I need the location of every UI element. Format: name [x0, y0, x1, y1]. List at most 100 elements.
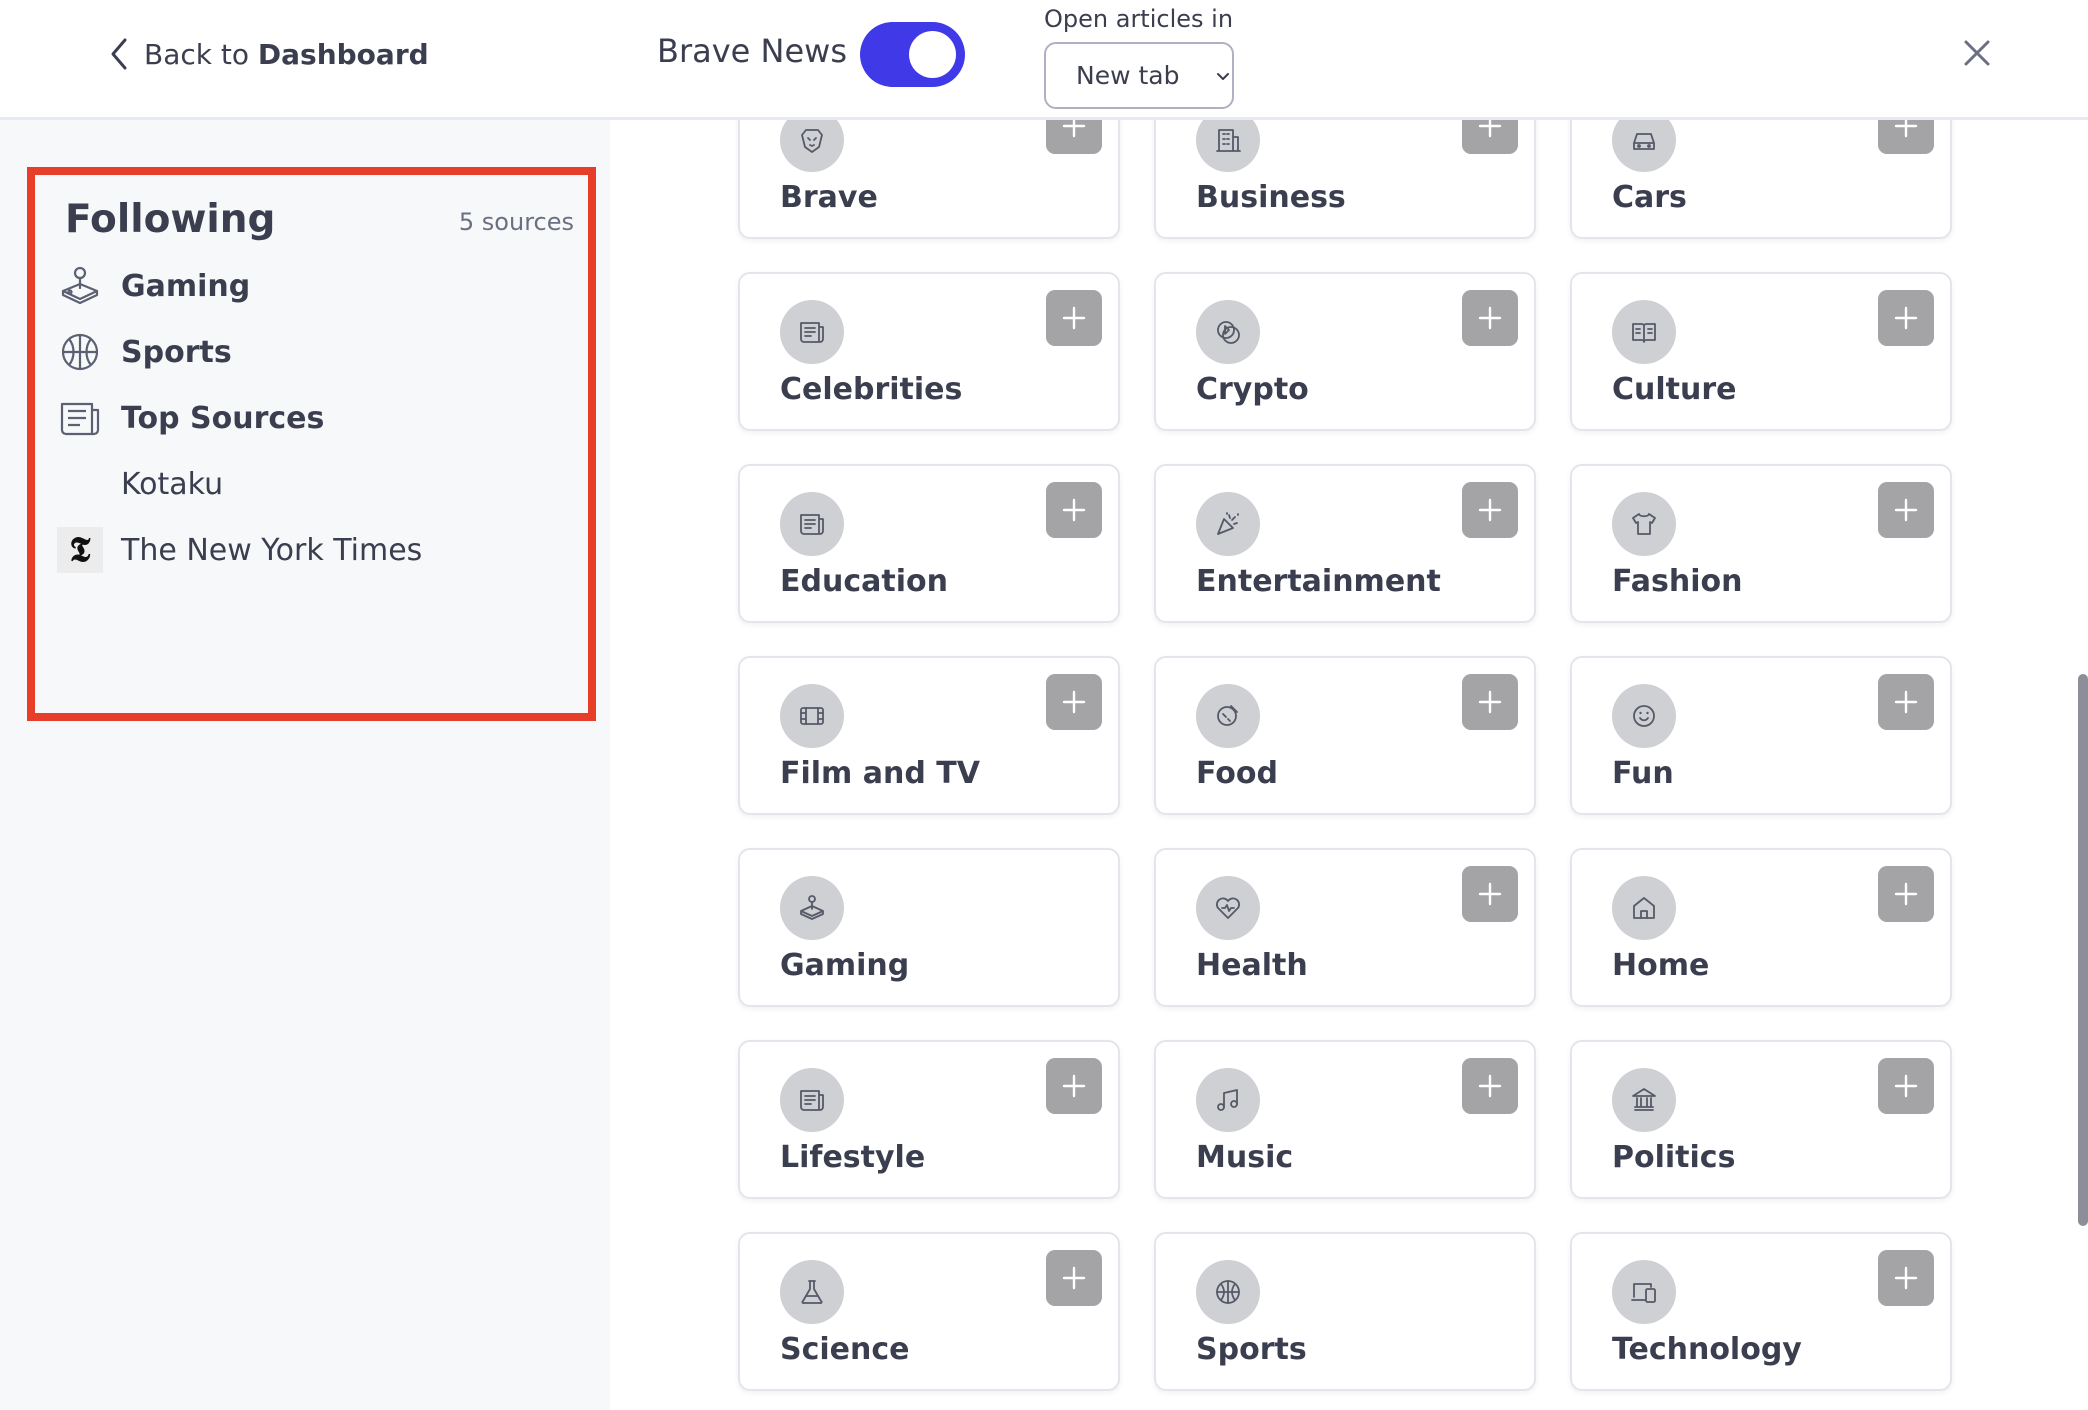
plus-icon	[1893, 689, 1919, 715]
category-card-cars[interactable]: Cars	[1570, 120, 1952, 239]
following-item-nyt[interactable]: 𝕿 The New York Times	[57, 522, 422, 578]
top-bar: Back to Dashboard Brave News Open articl…	[0, 0, 2088, 120]
open-articles-value: New tab	[1076, 61, 1180, 90]
follow-add-button[interactable]	[1462, 674, 1518, 730]
category-card-fun[interactable]: Fun	[1570, 656, 1952, 815]
music-note-icon	[1196, 1068, 1260, 1132]
follow-add-button[interactable]	[1462, 1058, 1518, 1114]
plus-icon	[1477, 881, 1503, 907]
follow-add-button[interactable]	[1046, 482, 1102, 538]
follow-add-button[interactable]	[1046, 674, 1102, 730]
plus-icon	[1477, 305, 1503, 331]
category-card-health[interactable]: Health	[1154, 848, 1536, 1007]
category-label: Fashion	[1612, 564, 1743, 599]
plus-icon	[1893, 881, 1919, 907]
plus-icon	[1893, 1265, 1919, 1291]
category-card-gaming[interactable]: Gaming	[738, 848, 1120, 1007]
follow-add-button[interactable]	[1878, 866, 1934, 922]
category-label: Health	[1196, 948, 1308, 983]
following-item-sports[interactable]: Sports	[57, 324, 232, 380]
category-card-entertainment[interactable]: Entertainment	[1154, 464, 1536, 623]
follow-add-button[interactable]	[1462, 482, 1518, 538]
category-label: Celebrities	[780, 372, 963, 407]
category-card-crypto[interactable]: Crypto	[1154, 272, 1536, 431]
category-card-music[interactable]: Music	[1154, 1040, 1536, 1199]
plus-icon	[1477, 497, 1503, 523]
back-link-label: Back to Dashboard	[144, 38, 429, 71]
plus-icon	[1061, 120, 1087, 139]
following-item-label: Sports	[121, 334, 232, 370]
category-card-sports[interactable]: Sports	[1154, 1232, 1536, 1391]
category-card-lifestyle[interactable]: Lifestyle	[738, 1040, 1120, 1199]
category-label: Cars	[1612, 180, 1687, 215]
category-card-film-and-tv[interactable]: Film and TV	[738, 656, 1120, 815]
following-item-kotaku[interactable]: Kotaku	[57, 456, 223, 512]
category-card-brave[interactable]: Brave	[738, 120, 1120, 239]
plus-icon	[1893, 1073, 1919, 1099]
following-item-label: Gaming	[121, 268, 251, 304]
brave-news-title: Brave News	[657, 32, 847, 70]
close-icon[interactable]	[1962, 38, 1992, 68]
plus-icon	[1477, 689, 1503, 715]
following-item-top-sources[interactable]: Top Sources	[57, 390, 324, 446]
category-label: Education	[780, 564, 948, 599]
follow-add-button[interactable]	[1046, 120, 1102, 154]
category-label: Lifestyle	[780, 1140, 926, 1175]
back-to-dashboard-link[interactable]: Back to Dashboard	[108, 34, 429, 74]
category-card-fashion[interactable]: Fashion	[1570, 464, 1952, 623]
book-icon	[1612, 300, 1676, 364]
plus-icon	[1477, 120, 1503, 139]
category-card-home[interactable]: Home	[1570, 848, 1952, 1007]
house-icon	[1612, 876, 1676, 940]
scrollbar[interactable]	[2078, 674, 2088, 1226]
brave-lion-icon	[780, 120, 844, 172]
follow-add-button[interactable]	[1046, 290, 1102, 346]
category-label: Entertainment	[1196, 564, 1441, 599]
follow-add-button[interactable]	[1878, 120, 1934, 154]
category-card-business[interactable]: Business	[1154, 120, 1536, 239]
open-articles-label: Open articles in	[1044, 5, 1234, 33]
sports-icon	[1196, 1260, 1260, 1324]
follow-add-button[interactable]	[1462, 290, 1518, 346]
car-icon	[1612, 120, 1676, 172]
smiley-icon	[1612, 684, 1676, 748]
category-label: Film and TV	[780, 756, 980, 791]
follow-add-button[interactable]	[1462, 120, 1518, 154]
follow-add-button[interactable]	[1046, 1058, 1102, 1114]
category-label: Politics	[1612, 1140, 1736, 1175]
chevron-down-icon	[1217, 72, 1230, 80]
building-icon	[1196, 120, 1260, 172]
chevron-left-icon	[111, 38, 127, 70]
open-articles-select[interactable]: New tab	[1044, 42, 1234, 109]
category-card-politics[interactable]: Politics	[1570, 1040, 1952, 1199]
category-card-culture[interactable]: Culture	[1570, 272, 1952, 431]
category-card-celebrities[interactable]: Celebrities	[738, 272, 1120, 431]
following-item-gaming[interactable]: Gaming	[57, 258, 250, 314]
follow-add-button[interactable]	[1462, 866, 1518, 922]
brave-news-toggle[interactable]	[860, 22, 965, 87]
category-card-education[interactable]: Education	[738, 464, 1120, 623]
category-label: Business	[1196, 180, 1346, 215]
gaming-icon	[780, 876, 844, 940]
category-card-food[interactable]: Food	[1154, 656, 1536, 815]
sports-icon	[57, 329, 103, 375]
follow-add-button[interactable]	[1878, 482, 1934, 538]
government-icon	[1612, 1068, 1676, 1132]
plus-icon	[1061, 689, 1087, 715]
follow-add-button[interactable]	[1878, 674, 1934, 730]
category-grid: Brave Business Cars Celebrities Crypto Cultur…	[610, 120, 2088, 1410]
follow-add-button[interactable]	[1878, 1058, 1934, 1114]
follow-add-button[interactable]	[1878, 1250, 1934, 1306]
follow-add-button[interactable]	[1878, 290, 1934, 346]
category-card-science[interactable]: Science	[738, 1232, 1120, 1391]
crypto-icon	[1196, 300, 1260, 364]
follow-add-button[interactable]	[1046, 1250, 1102, 1306]
kotaku-icon-placeholder	[57, 461, 103, 507]
category-label: Music	[1196, 1140, 1294, 1175]
category-label: Crypto	[1196, 372, 1309, 407]
plus-icon	[1061, 1265, 1087, 1291]
shirt-icon	[1612, 492, 1676, 556]
category-card-technology[interactable]: Technology	[1570, 1232, 1952, 1391]
category-label: Gaming	[780, 948, 910, 983]
category-label: Technology	[1612, 1332, 1802, 1367]
